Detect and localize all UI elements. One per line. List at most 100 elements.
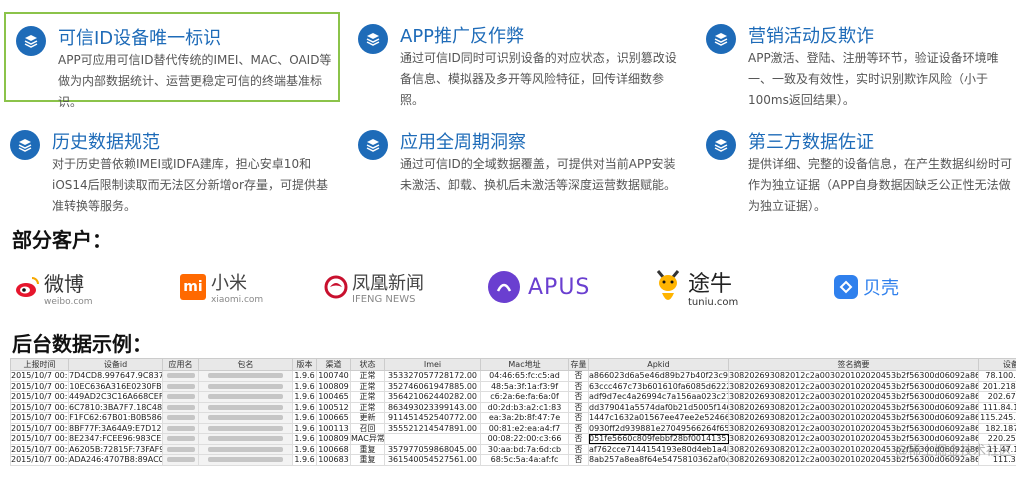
column-header: 设备IP bbox=[978, 358, 1016, 371]
table-cell: 911451452540772.00 bbox=[384, 412, 481, 424]
feature-card-lifecycle[interactable]: 应用全周期洞察 通过可信ID的全域数据覆盖，可提供对当前APP安装未激活、卸载、… bbox=[348, 118, 678, 208]
table-cell: adf9d7ec4a26994c7a156aa023c27820 bbox=[588, 391, 729, 403]
table-cell: 0930ff2d939881e27049566264f65a41 bbox=[588, 422, 729, 434]
column-header: Imei bbox=[384, 358, 481, 371]
redacted-value bbox=[166, 457, 195, 463]
redacted-value bbox=[166, 394, 195, 400]
feature-card-anti-cheat[interactable]: APP推广反作弊 通过可信ID同时可识别设备的对应状态，识别篡改设备信息、模拟器… bbox=[348, 12, 678, 107]
feature-title: 历史数据规范 bbox=[52, 132, 160, 153]
table-cell: 否 bbox=[568, 454, 589, 466]
table-cell bbox=[162, 454, 199, 466]
table-cell: 111.84.155.115 bbox=[978, 401, 1016, 413]
table-cell: 308202693082012c2a003020102020453b2f5630… bbox=[728, 422, 979, 434]
logo-name: 途牛 bbox=[688, 272, 733, 297]
table-cell bbox=[384, 433, 481, 445]
table-row[interactable]: 2015/10/7 00:0 8BF77F:3A64A9:E7D121 1.9.6 1… bbox=[10, 422, 1016, 434]
table-cell: 30:aa:bd:7a:6d:cb bbox=[480, 443, 569, 455]
table-cell: 1.9.6 bbox=[292, 401, 317, 413]
table-cell: 6C7810:3BA7F7.18C481 bbox=[68, 401, 163, 413]
mi-icon: mi bbox=[180, 274, 206, 300]
table-cell bbox=[198, 433, 293, 445]
table-cell: 否 bbox=[568, 433, 589, 445]
table-row[interactable]: 2015/10/7 00:0 A6205B:72815F:73FAF9 1.9.6 1… bbox=[10, 443, 1016, 455]
table-cell: 201.218.28.242 bbox=[978, 380, 1016, 392]
table-cell bbox=[162, 433, 199, 445]
phoenix-icon bbox=[324, 275, 348, 299]
table-cell: 863493023399143.00 bbox=[384, 401, 481, 413]
feature-card-history-data[interactable]: 历史数据规范 对于历史普依赖IMEI或IDFA建库，担心安卓10和iOS14后限… bbox=[0, 118, 330, 213]
layers-icon bbox=[10, 130, 40, 160]
logo-sub: xiaomi.com bbox=[211, 295, 264, 305]
table-row[interactable]: 2015/10/7 00:0 F1FC62:67B01:B0B586 1.9.6 10… bbox=[10, 412, 1016, 424]
table-cell bbox=[162, 443, 199, 455]
table-cell: 否 bbox=[568, 380, 589, 392]
column-header: 应用名 bbox=[162, 358, 199, 371]
table-row[interactable]: 2015/10/7 00:0 449AD2C3C16A668CEF 1.9.6 100… bbox=[10, 391, 1016, 403]
table-row[interactable]: 2015/10/7 00:0 10EC636A316E0230FB 1.9.6 100… bbox=[10, 380, 1016, 392]
column-header: 设备id bbox=[68, 358, 163, 371]
table-cell: 100809 bbox=[316, 380, 351, 392]
table-cell: af762cce7144154193e80d4eb1a4bc31 bbox=[588, 443, 729, 455]
column-header: Mac地址 bbox=[480, 358, 569, 371]
logo-name: 微博 bbox=[44, 271, 84, 296]
redacted-value bbox=[208, 394, 283, 400]
table-cell: 1.9.6 bbox=[292, 433, 317, 445]
layers-icon bbox=[706, 24, 736, 54]
table-cell: 202.67.37.43 bbox=[978, 391, 1016, 403]
table-cell: 449AD2C3C16A668CEF bbox=[68, 391, 163, 403]
table-row[interactable]: 2015/10/7 00:0 7D4CD8.997647.9C837F 1.9.6 1… bbox=[10, 370, 1016, 382]
redacted-value bbox=[166, 373, 195, 379]
table-cell: 重复 bbox=[350, 443, 385, 455]
table-cell: 100113 bbox=[316, 422, 351, 434]
table-cell: 04:46:65:fc:c5:ad bbox=[480, 370, 569, 382]
table-cell bbox=[198, 454, 293, 466]
redacted-value bbox=[208, 436, 283, 442]
table-cell: 1.9.6 bbox=[292, 412, 317, 424]
logo-xiaomi: mi 小米 xiaomi.com bbox=[180, 258, 263, 316]
table-cell: 否 bbox=[568, 401, 589, 413]
table-cell: 更新 bbox=[350, 412, 385, 424]
feature-card-anti-fraud[interactable]: 营销活动反欺诈 APP激活、登陆、注册等环节，验证设备环境唯一、一致及有效性，实… bbox=[696, 12, 1022, 107]
table-cell: 否 bbox=[568, 412, 589, 424]
logo-name: 凤凰新闻 bbox=[352, 273, 424, 294]
table-cell: 1447c1632a01567ee47ee2e52466d1ae bbox=[588, 412, 729, 424]
table-cell: A6205B:72815F:73FAF9 bbox=[68, 443, 163, 455]
column-header: 渠道 bbox=[316, 358, 351, 371]
table-cell: 2015/10/7 00:0 bbox=[10, 391, 69, 403]
column-header: 存量 bbox=[568, 358, 589, 371]
cow-icon bbox=[656, 270, 680, 300]
redacted-value bbox=[208, 383, 283, 389]
table-cell: 2015/10/7 00:0 bbox=[10, 380, 69, 392]
feature-card-third-party[interactable]: 第三方数据佐证 提供详细、完整的设备信息，在产生数据纠纷时可作为独立证据（APP… bbox=[696, 118, 1022, 213]
table-cell: 00:81:e2:ea:a4:f7 bbox=[480, 422, 569, 434]
column-header: 包名 bbox=[198, 358, 293, 371]
table-cell: 68:5c:5a:4a:af:fc bbox=[480, 454, 569, 466]
table-cell bbox=[198, 412, 293, 424]
column-header: 版本 bbox=[292, 358, 317, 371]
weibo-icon bbox=[16, 277, 39, 297]
table-row[interactable]: 2015/10/7 00:0 6C7810:3BA7F7.18C481 1.9.6 1… bbox=[10, 401, 1016, 413]
table-cell bbox=[162, 401, 199, 413]
backend-data-title: 后台数据示例： bbox=[12, 332, 152, 356]
table-cell: 7D4CD8.997647.9C837F bbox=[68, 370, 163, 382]
redacted-value bbox=[208, 457, 283, 463]
table-row[interactable]: 2015/10/7 00:0 ADA246:4707B8:89AC07 1.9.6 1… bbox=[10, 454, 1016, 466]
table-cell: 2015/10/7 00:0 bbox=[10, 454, 69, 466]
table-cell: 308202693082012c2a003020102020453b2f5630… bbox=[728, 412, 979, 424]
table-cell: 182.187.66.86 bbox=[978, 422, 1016, 434]
table-cell: 2015/10/7 00:0 bbox=[10, 433, 69, 445]
logo-sub: IFENG NEWS bbox=[352, 294, 416, 305]
backend-data-table-wrap: 上报时间 设备id 应用名 包名 版本 渠道 状态 Imei Mac地址 存量 … bbox=[10, 358, 1016, 466]
table-cell: 100665 bbox=[316, 412, 351, 424]
table-cell: 1.9.6 bbox=[292, 454, 317, 466]
table-row[interactable]: 2015/10/7 00:0 8E2347:FCEE96:983CE5 1.9.6 1… bbox=[10, 433, 1016, 445]
table-cell: 78.100.179.13 bbox=[978, 370, 1016, 382]
backend-data-table: 上报时间 设备id 应用名 包名 版本 渠道 状态 Imei Mac地址 存量 … bbox=[10, 358, 1016, 466]
table-cell: 8ab257a8ea8f64e5475810362af0c7e bbox=[588, 454, 729, 466]
customer-logos: 微博 weibo.com mi 小米 xiaomi.com 凤凰新闻 IFENG… bbox=[0, 258, 1022, 316]
redacted-value bbox=[166, 383, 195, 389]
feature-desc: APP可应用可信ID替代传统的IMEI、MAC、OAID等做为内部数据统计、运营… bbox=[58, 53, 332, 109]
table-cell: 100809 bbox=[316, 433, 351, 445]
feature-card-trusted-id[interactable]: 可信ID设备唯一标识 APP可应用可信ID替代传统的IMEI、MAC、OAID等… bbox=[4, 12, 340, 109]
logo-name: APUS bbox=[528, 274, 591, 300]
